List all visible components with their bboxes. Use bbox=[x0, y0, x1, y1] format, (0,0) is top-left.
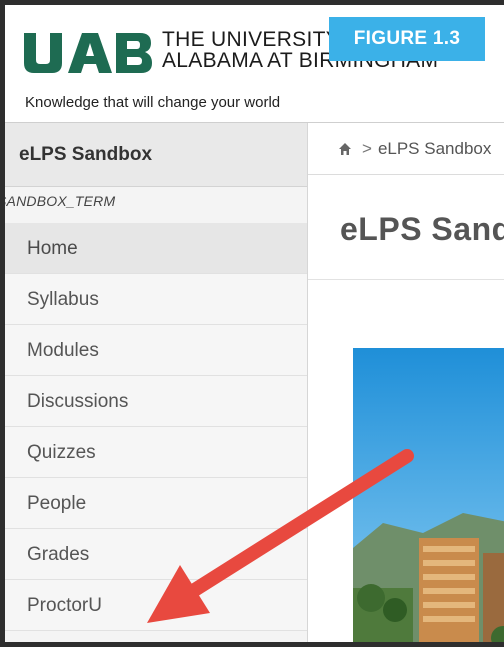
nav-item-grades[interactable]: Grades bbox=[5, 529, 307, 580]
divider bbox=[308, 279, 504, 280]
nav-item-modules[interactable]: Modules bbox=[5, 325, 307, 376]
main-content: > eLPS Sandbox eLPS Sandbox bbox=[308, 123, 504, 642]
home-icon[interactable] bbox=[338, 142, 352, 156]
university-header: THE UNIVERSITY OF ALABAMA AT BIRMINGHAM … bbox=[5, 5, 504, 123]
nav-item-home[interactable]: Home bbox=[5, 223, 307, 274]
course-sidebar: eLPS Sandbox SANDBOX_TERM Home Syllabus … bbox=[5, 123, 308, 642]
uab-logo[interactable] bbox=[24, 33, 152, 73]
nav-item-syllabus[interactable]: Syllabus bbox=[5, 274, 307, 325]
nav-item-discussions[interactable]: Discussions bbox=[5, 376, 307, 427]
campus-photo bbox=[353, 348, 504, 642]
course-title[interactable]: eLPS Sandbox bbox=[5, 123, 307, 187]
term-text: SANDBOX_TERM bbox=[0, 193, 116, 209]
nav-item-quizzes[interactable]: Quizzes bbox=[5, 427, 307, 478]
page-title: eLPS Sandbox bbox=[340, 211, 504, 247]
screenshot-frame: THE UNIVERSITY OF ALABAMA AT BIRMINGHAM … bbox=[0, 0, 504, 647]
nav-item-proctoru[interactable]: ProctorU bbox=[5, 580, 307, 631]
tagline: Knowledge that will change your world bbox=[25, 94, 281, 111]
course-nav: Home Syllabus Modules Discussions Quizze… bbox=[5, 223, 307, 631]
breadcrumb-current[interactable]: eLPS Sandbox bbox=[378, 139, 491, 159]
term-label: SANDBOX_TERM bbox=[0, 193, 116, 209]
breadcrumb-separator: > bbox=[362, 138, 372, 158]
breadcrumb: > eLPS Sandbox bbox=[308, 123, 504, 175]
nav-item-people[interactable]: People bbox=[5, 478, 307, 529]
figure-badge: FIGURE 1.3 bbox=[329, 17, 485, 61]
